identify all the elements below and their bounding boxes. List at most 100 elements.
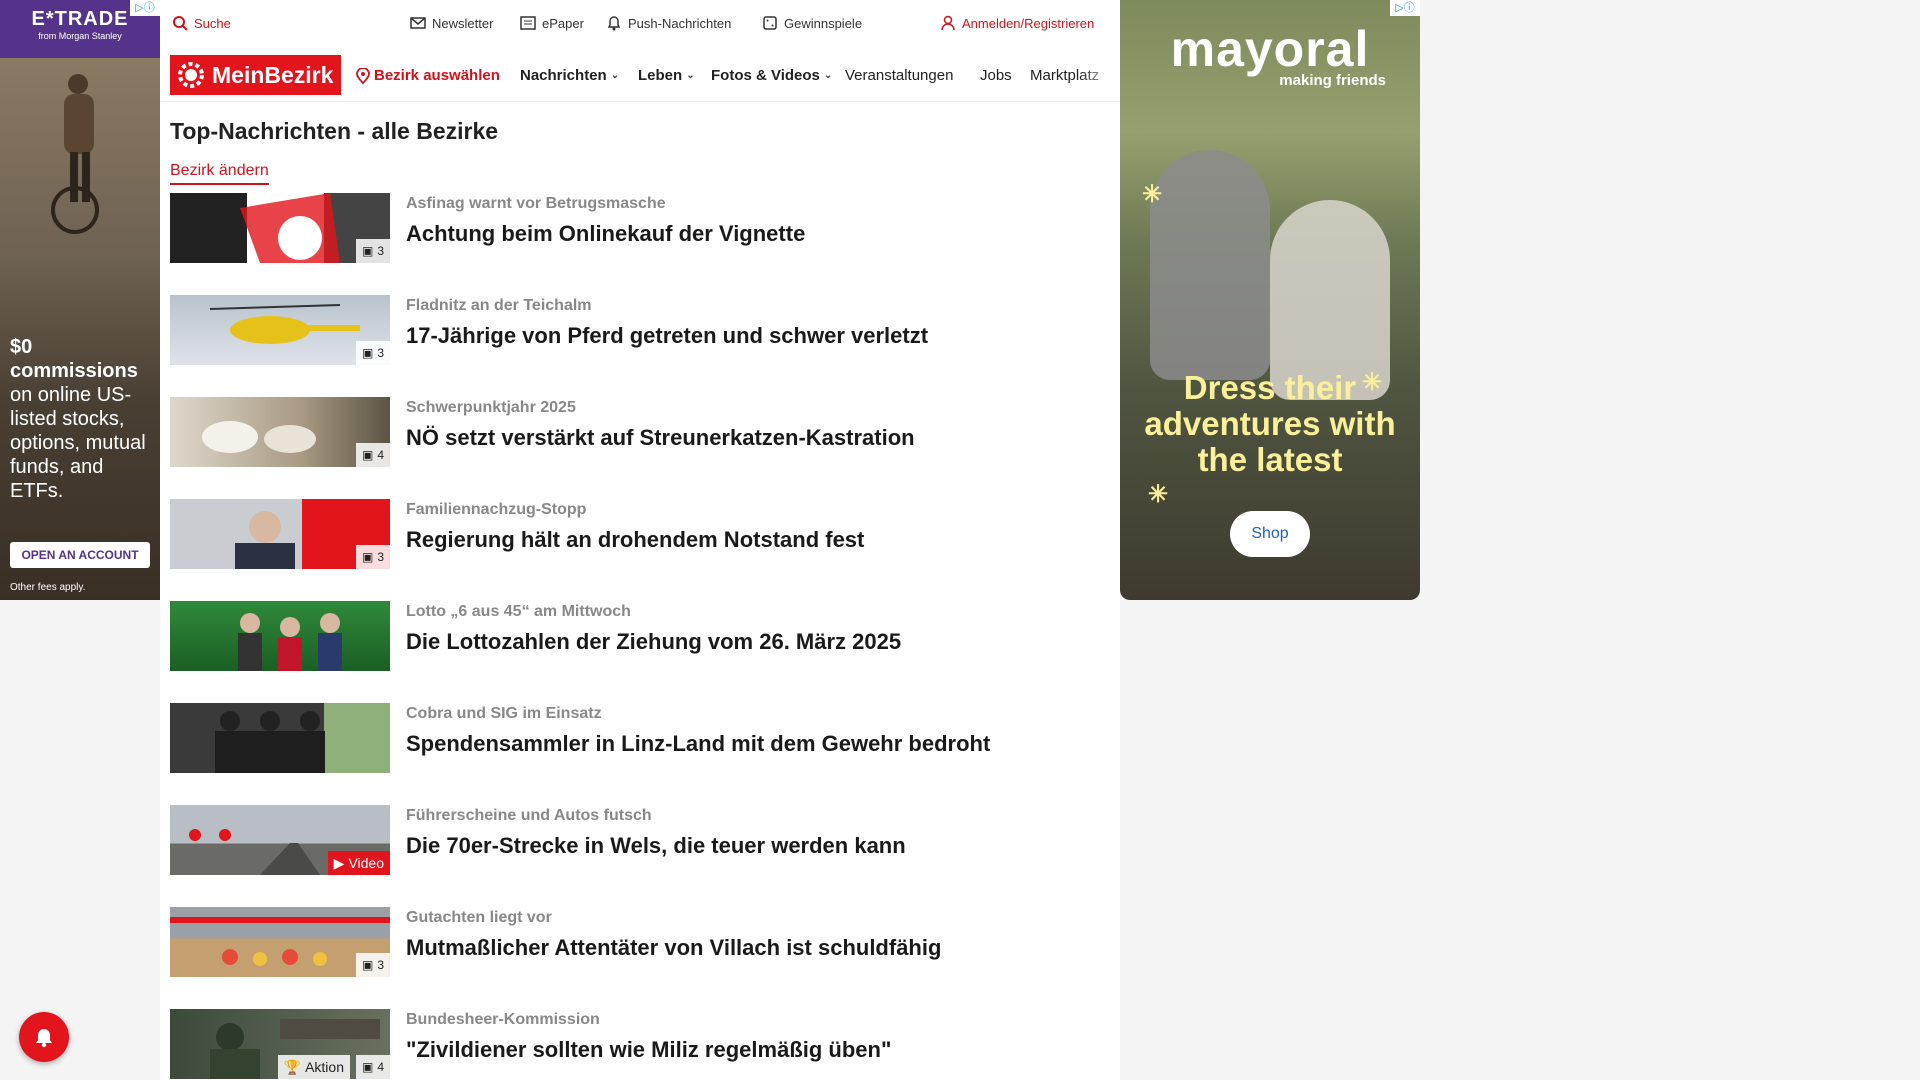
child-image xyxy=(1150,150,1270,380)
nav-leben[interactable]: Leben ⌄ xyxy=(638,67,695,84)
article-thumbnail[interactable]: ▣ 3 xyxy=(170,193,390,263)
trophy-icon: 🏆 xyxy=(283,1058,302,1075)
newspaper-icon xyxy=(520,16,536,30)
utility-bar: Suche Newsletter ePaper Push-Nachrichten… xyxy=(160,0,1120,46)
location-pin-icon xyxy=(356,67,370,84)
article-title[interactable]: Regierung hält an drohendem Notstand fes… xyxy=(406,527,864,553)
cyclist-image xyxy=(51,74,99,234)
article-item[interactable]: ▣ 3 Fladnitz an der Teichalm 17-Jährige v… xyxy=(170,295,1110,397)
mayoral-tagline: making friends xyxy=(1279,72,1386,89)
article-thumbnail[interactable]: 🏆 Aktion ▣ 4 xyxy=(170,1009,390,1079)
nav-veranstaltungen[interactable]: Veranstaltungen xyxy=(845,67,953,84)
mayoral-logo: mayoral xyxy=(1170,21,1370,77)
article-kicker: Asfinag warnt vor Betrugsmasche xyxy=(406,195,666,212)
article-thumbnail[interactable] xyxy=(170,703,390,773)
search-label: Suche xyxy=(194,15,231,31)
epaper-link[interactable]: ePaper xyxy=(520,15,584,31)
article-kicker: Lotto „6 aus 45“ am Mittwoch xyxy=(406,603,631,620)
article-title[interactable]: Die 70er-Strecke in Wels, die teuer werd… xyxy=(406,833,906,859)
shop-button[interactable]: Shop xyxy=(1230,511,1310,557)
newsletter-link[interactable]: Newsletter xyxy=(410,15,493,31)
nav-jobs[interactable]: Jobs xyxy=(980,67,1012,84)
article-thumbnail[interactable]: ▣ 3 xyxy=(170,907,390,977)
article-title[interactable]: Mutmaßlicher Attentäter von Villach ist … xyxy=(406,935,941,961)
article-item[interactable]: ▶ Video Führerscheine und Autos futsch Di… xyxy=(170,805,1110,907)
select-district-label: Bezirk auswählen xyxy=(374,67,500,84)
chevron-down-icon: ⌄ xyxy=(610,70,620,81)
photo-count-badge: ▣ 3 xyxy=(355,953,390,977)
article-item[interactable]: Lotto „6 aus 45“ am Mittwoch Die Lottoza… xyxy=(170,601,1110,703)
bell-icon xyxy=(607,16,621,31)
push-link[interactable]: Push-Nachrichten xyxy=(606,15,731,31)
meinbezirk-logo[interactable]: MeinBezirk xyxy=(170,55,341,95)
chevron-down-icon: ⌄ xyxy=(686,70,695,81)
sun-logo-icon xyxy=(178,62,204,88)
search-icon xyxy=(173,16,188,31)
page-title: Top-Nachrichten - alle Bezirke xyxy=(170,118,499,144)
article-item[interactable]: ▣ 3 Asfinag warnt vor Betrugsmasche Achtu… xyxy=(170,193,1110,295)
sparkle-icon: ✳ xyxy=(1148,481,1169,508)
epaper-label: ePaper xyxy=(542,15,584,31)
adchoices-icon[interactable]: ▷ⓘ xyxy=(130,0,160,16)
article-kicker: Familiennachzug-Stopp xyxy=(406,501,587,518)
nav-label: Fotos & Videos xyxy=(711,67,820,84)
newsletter-label: Newsletter xyxy=(432,15,494,31)
gewinnspiele-label: Gewinnspiele xyxy=(784,15,863,31)
camera-icon: ▣ xyxy=(361,550,374,564)
notification-bell-button[interactable] xyxy=(19,1012,69,1062)
article-title[interactable]: 17-Jährige von Pferd getreten und schwer… xyxy=(406,323,928,349)
photo-count-badge: ▣ 3 xyxy=(355,341,390,365)
article-thumbnail[interactable]: ▣ 3 xyxy=(170,499,390,569)
adchoices-icon[interactable]: ▷ⓘ xyxy=(1390,0,1420,16)
article-item[interactable]: ▣ 3 Familiennachzug-Stopp Regierung hält … xyxy=(170,499,1110,601)
camera-icon: ▣ xyxy=(361,346,374,360)
nav-fade xyxy=(1080,56,1120,96)
article-kicker: Fladnitz an der Teichalm xyxy=(406,297,592,314)
camera-icon: ▣ xyxy=(361,244,374,258)
play-circle-icon: ▶ xyxy=(333,854,345,871)
left-ad-copy: $0 commissions on online US-listed stock… xyxy=(10,336,146,502)
mail-icon xyxy=(410,17,426,29)
logo-text: MeinBezirk xyxy=(212,61,334,88)
article-title[interactable]: Achtung beim Onlinekauf der Vignette xyxy=(406,221,805,247)
right-ad-headline: Dress their adventures with the latest xyxy=(1144,369,1396,478)
left-ad[interactable]: E*TRADE from Morgan Stanley ▷ⓘ $0 commis… xyxy=(0,0,160,600)
dice-icon xyxy=(763,16,777,30)
push-label: Push-Nachrichten xyxy=(628,15,732,31)
gewinnspiele-link[interactable]: Gewinnspiele xyxy=(762,15,862,31)
police-image xyxy=(215,711,325,773)
camera-icon: ▣ xyxy=(361,958,374,972)
sparkle-icon: ✳ xyxy=(1142,181,1163,208)
article-thumbnail[interactable]: ▣ 3 xyxy=(170,295,390,365)
article-list: ▣ 3 Asfinag warnt vor Betrugsmasche Achtu… xyxy=(170,193,1110,1080)
article-kicker: Führerscheine und Autos futsch xyxy=(406,807,652,824)
article-title[interactable]: NÖ setzt verstärkt auf Streunerkatzen-Ka… xyxy=(406,425,915,451)
change-district-link[interactable]: Bezirk ändern xyxy=(170,162,269,185)
select-district-button[interactable]: Bezirk auswählen xyxy=(356,67,500,84)
nav-fotos-videos[interactable]: Fotos & Videos ⌄ xyxy=(711,67,832,84)
photo-count-badge: ▣ 3 xyxy=(355,545,390,569)
aktion-badge: 🏆 Aktion xyxy=(277,1055,350,1079)
article-title[interactable]: Die Lottozahlen der Ziehung vom 26. März… xyxy=(406,629,901,655)
article-kicker: Gutachten liegt vor xyxy=(406,909,552,926)
open-account-button[interactable]: OPEN AN ACCOUNT xyxy=(10,542,150,568)
search-link[interactable]: Suche xyxy=(172,15,231,31)
nav-nachrichten[interactable]: Nachrichten ⌄ xyxy=(520,67,619,84)
article-item[interactable]: ▣ 4 Schwerpunktjahr 2025 NÖ setzt verstär… xyxy=(170,397,1110,499)
photo-count-badge: ▣ 4 xyxy=(355,1055,390,1079)
article-title[interactable]: Spendensammler in Linz-Land mit dem Gewe… xyxy=(406,731,990,757)
login-link[interactable]: Anmelden/Registrieren xyxy=(940,15,1094,31)
login-label: Anmelden/Registrieren xyxy=(962,15,1095,31)
right-ad[interactable]: ▷ⓘ mayoral making friends ✳ ✳ ✳ Dress th… xyxy=(1120,0,1420,600)
article-thumbnail[interactable]: ▣ 4 xyxy=(170,397,390,467)
photo-count-badge: ▣ 4 xyxy=(355,443,390,467)
nav-label: Nachrichten xyxy=(520,67,607,84)
article-item[interactable]: 🏆 Aktion ▣ 4 Bundesheer-Kommission "Zivild… xyxy=(170,1009,1110,1080)
article-thumbnail[interactable]: ▶ Video xyxy=(170,805,390,875)
article-thumbnail[interactable] xyxy=(170,601,390,671)
article-item[interactable]: ▣ 3 Gutachten liegt vor Mutmaßlicher Atte… xyxy=(170,907,1110,1009)
article-item[interactable]: Cobra und SIG im Einsatz Spendensammler … xyxy=(170,703,1110,805)
video-badge: ▶ Video xyxy=(327,851,390,875)
main-nav: MeinBezirk Bezirk auswählen Nachrichten ⌄… xyxy=(160,46,1120,102)
article-title[interactable]: "Zivildiener sollten wie Miliz regelmäßi… xyxy=(406,1037,891,1063)
